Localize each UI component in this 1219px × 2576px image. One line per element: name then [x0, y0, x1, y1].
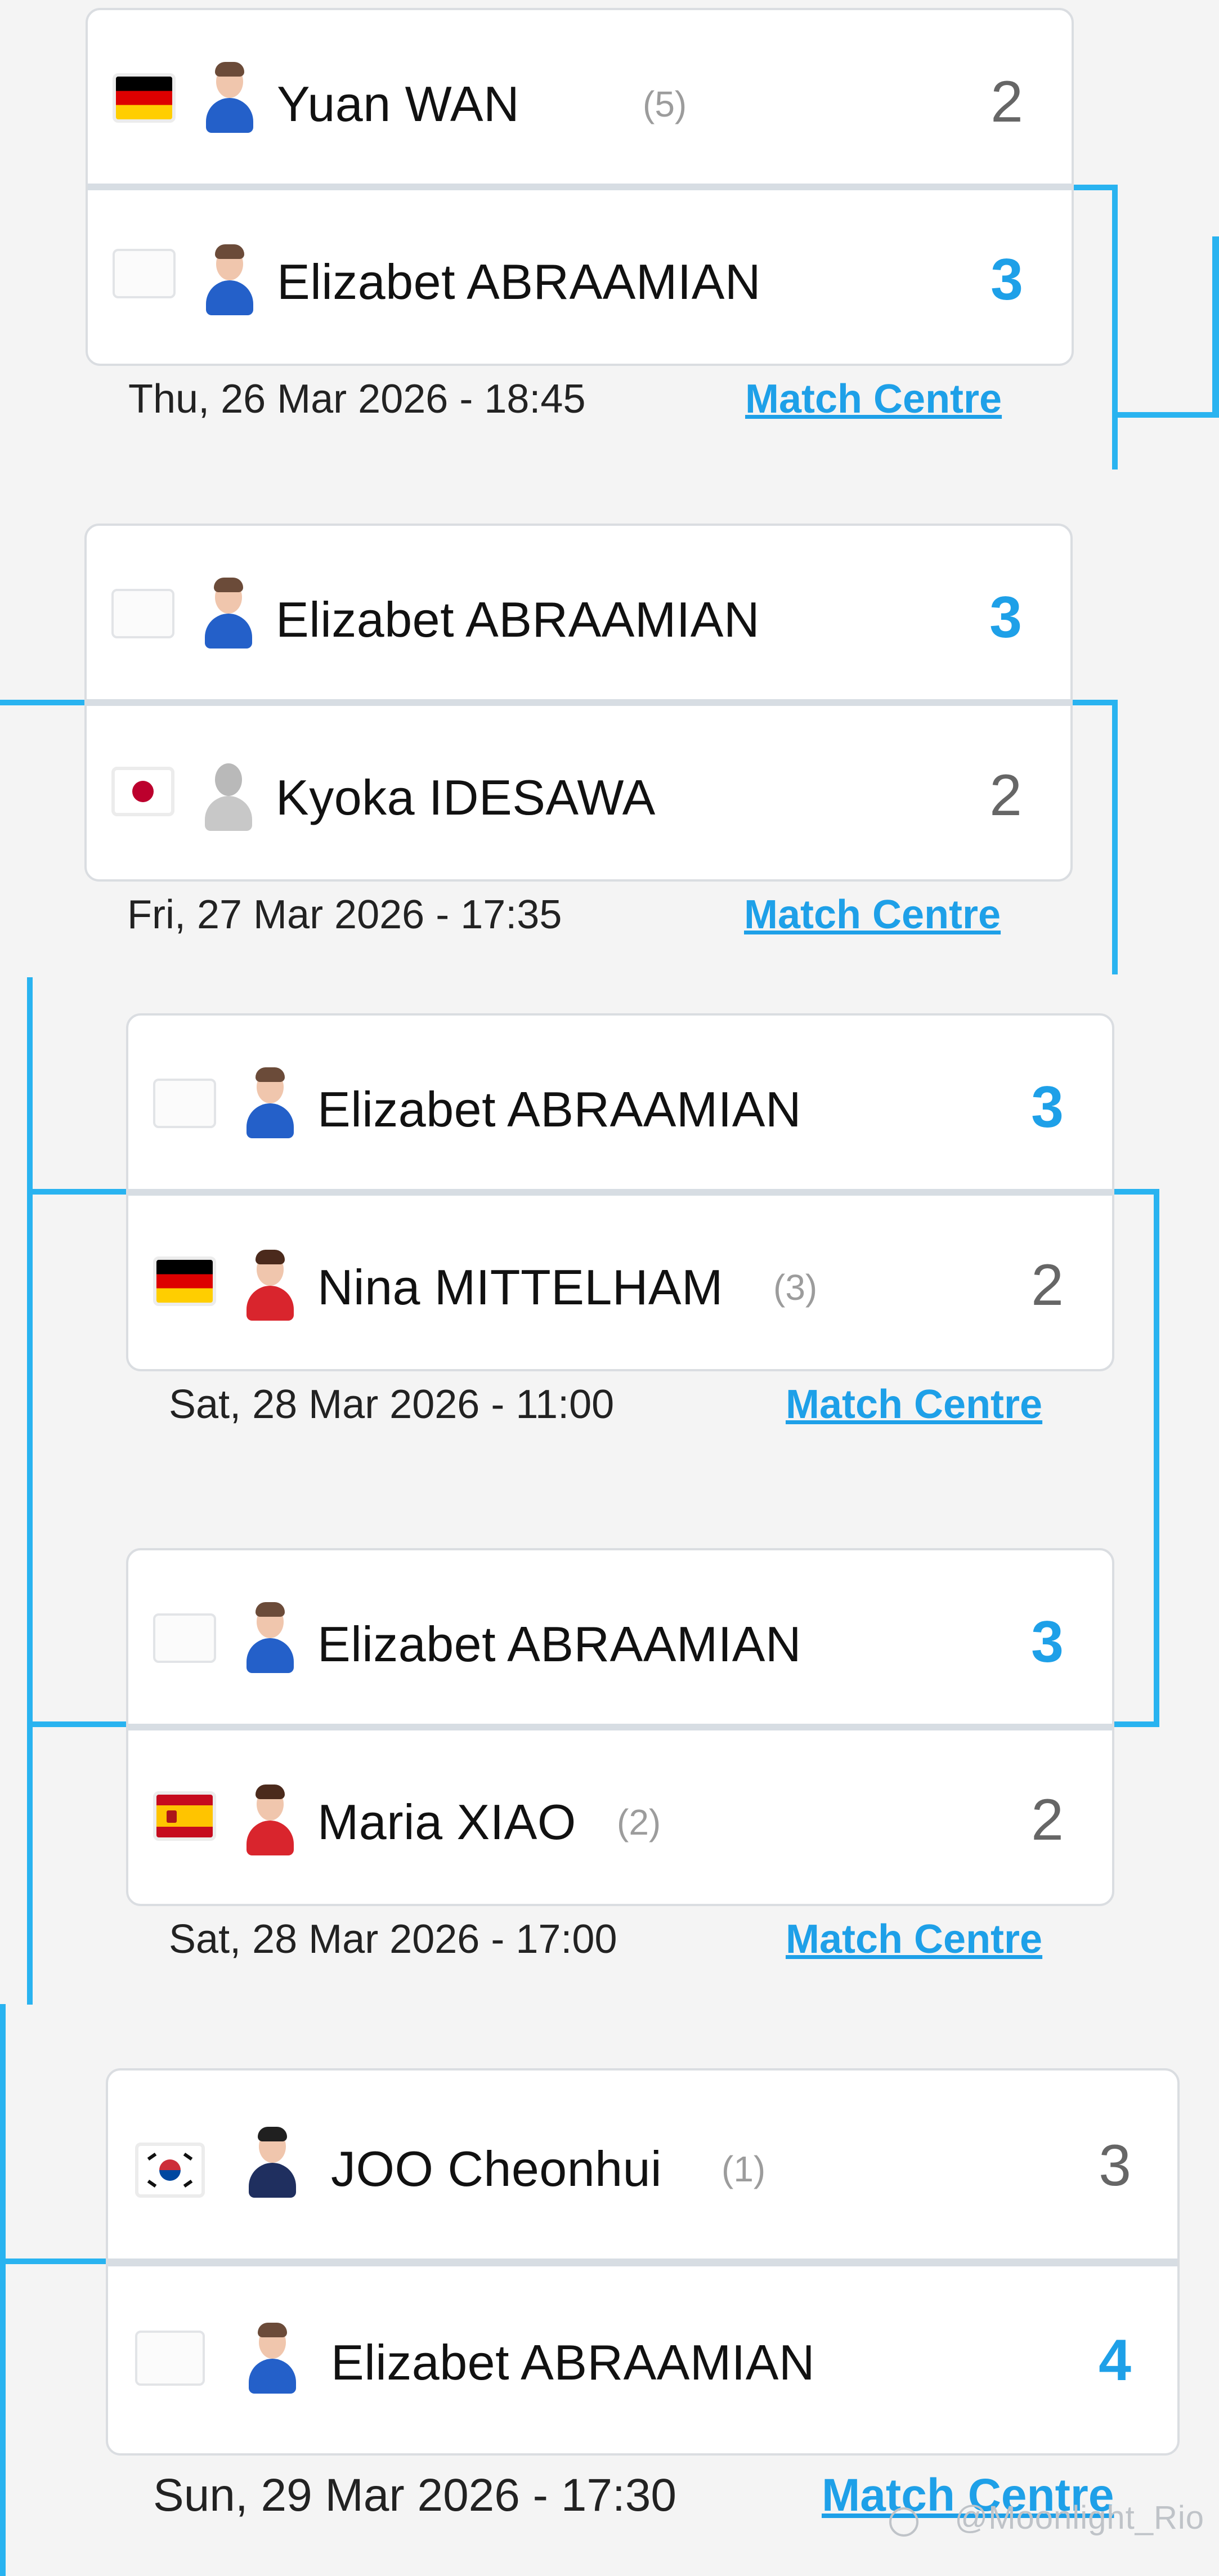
- player-name: Elizabet ABRAAMIAN: [317, 1616, 801, 1672]
- player-score: 4: [1099, 2328, 1131, 2393]
- bracket-connector: [1072, 185, 1118, 190]
- player-name: JOO Cheonhui: [331, 2141, 662, 2197]
- blank-flag-icon: [111, 589, 174, 638]
- player-avatar-icon: [199, 575, 258, 652]
- player-row: Elizabet ABRAAMIAN 3: [128, 1016, 1112, 1191]
- player-name: Yuan WAN: [277, 76, 520, 132]
- row-divider: [128, 1189, 1112, 1196]
- player-score: 3: [991, 247, 1023, 312]
- bracket-connector: [1113, 1721, 1159, 1727]
- player-score: 3: [1031, 1075, 1064, 1140]
- match-datetime: Thu, 26 Mar 2026 - 18:45: [128, 377, 586, 422]
- match-card: Yuan WAN (5) 2 Elizabet ABRAAMIAN 3: [86, 8, 1074, 366]
- seed-label: (3): [773, 1267, 818, 1308]
- match-card: Elizabet ABRAAMIAN 3 Maria XIAO (2) 2: [126, 1548, 1114, 1906]
- bracket-connector: [0, 700, 90, 705]
- blank-flag-icon: [113, 249, 176, 298]
- match-datetime: Sat, 28 Mar 2026 - 11:00: [169, 1382, 615, 1427]
- watermark-text: @Moonlight_Rio: [954, 2499, 1204, 2536]
- seed-label: (1): [721, 2149, 766, 2189]
- bracket-connector: [0, 2259, 107, 2264]
- match-card: Elizabet ABRAAMIAN 3 Kyoka IDESAWA 2: [84, 524, 1073, 882]
- bracket-connector: [1154, 1189, 1159, 1727]
- player-row: Elizabet ABRAAMIAN 3: [128, 1550, 1112, 1726]
- match-meta: Sat, 28 Mar 2026 - 17:00 Match Centre: [169, 1916, 1097, 1973]
- player-score: 2: [991, 69, 1023, 135]
- blank-flag-icon: [153, 1613, 216, 1663]
- player-avatar-icon: [241, 1065, 299, 1142]
- player-avatar-placeholder-icon: [199, 758, 258, 834]
- germany-flag-icon: [113, 73, 176, 123]
- player-row: Kyoka IDESAWA 2: [87, 706, 1070, 879]
- player-name: Elizabet ABRAAMIAN: [276, 592, 760, 647]
- player-row: Yuan WAN (5) 2: [88, 10, 1072, 186]
- match-meta: Fri, 27 Mar 2026 - 17:35 Match Centre: [127, 892, 1056, 948]
- bracket-connector: [27, 1721, 127, 1727]
- bracket-connector: [1113, 1189, 1159, 1195]
- player-score: 2: [989, 763, 1022, 828]
- germany-flag-icon: [153, 1256, 216, 1306]
- bracket-connector: [1112, 700, 1118, 974]
- player-row: Elizabet ABRAAMIAN 3: [87, 526, 1070, 701]
- match-meta: Sat, 28 Mar 2026 - 11:00 Match Centre: [169, 1381, 1097, 1438]
- match-card: JOO Cheonhui (1) 3 Elizabet ABRAAMIAN 4: [106, 2068, 1180, 2456]
- match-meta: Sun, 29 Mar 2026 - 17:30 Match Centre: [153, 2469, 1114, 2525]
- match-meta: Thu, 26 Mar 2026 - 18:45 Match Centre: [128, 376, 1057, 432]
- player-name: Elizabet ABRAAMIAN: [317, 1081, 801, 1137]
- player-score: 3: [989, 585, 1022, 650]
- bracket-connector: [1072, 700, 1118, 705]
- player-avatar-icon: [200, 242, 259, 319]
- player-score: 3: [1031, 1609, 1064, 1675]
- match-card: Elizabet ABRAAMIAN 3 Nina MITTELHAM (3) …: [126, 1013, 1114, 1371]
- player-avatar-icon: [241, 1600, 299, 1676]
- bracket-connector: [27, 1189, 127, 1195]
- spain-flag-icon: [153, 1791, 216, 1841]
- korea-flag-icon: [135, 2143, 205, 2198]
- row-divider: [128, 1724, 1112, 1730]
- player-row: Elizabet ABRAAMIAN 3: [88, 190, 1072, 364]
- player-row: Elizabet ABRAAMIAN 4: [108, 2266, 1177, 2453]
- blank-flag-icon: [135, 2331, 205, 2386]
- weibo-icon: [889, 2507, 918, 2537]
- match-datetime: Sat, 28 Mar 2026 - 17:00: [169, 1917, 617, 1962]
- bracket-connector: [1212, 236, 1219, 417]
- row-divider: [108, 2259, 1177, 2266]
- player-name: Elizabet ABRAAMIAN: [277, 254, 761, 310]
- bracket-connector: [0, 2004, 6, 2576]
- match-datetime: Fri, 27 Mar 2026 - 17:35: [127, 892, 562, 937]
- bracket-connector: [1112, 185, 1118, 469]
- bracket-connector: [1112, 412, 1219, 418]
- player-avatar-icon: [241, 1247, 299, 1324]
- player-name: Maria XIAO: [317, 1794, 576, 1850]
- player-score: 2: [1031, 1787, 1064, 1853]
- japan-flag-icon: [111, 767, 174, 816]
- match-centre-link[interactable]: Match Centre: [786, 1381, 1042, 1428]
- player-avatar-icon: [243, 2125, 302, 2201]
- player-row: JOO Cheonhui (1) 3: [108, 2070, 1177, 2261]
- player-row: Maria XIAO (2) 2: [128, 1730, 1112, 1904]
- player-avatar-icon: [243, 2320, 302, 2397]
- player-score: 3: [1099, 2133, 1131, 2198]
- seed-label: (5): [643, 84, 687, 124]
- bracket-connector: [27, 977, 33, 2005]
- player-avatar-icon: [200, 60, 259, 136]
- match-centre-link[interactable]: Match Centre: [745, 376, 1002, 422]
- player-name: Elizabet ABRAAMIAN: [331, 2334, 815, 2390]
- seed-label: (2): [617, 1802, 661, 1842]
- match-centre-link[interactable]: Match Centre: [744, 892, 1001, 938]
- player-name: Kyoka IDESAWA: [276, 770, 656, 825]
- player-row: Nina MITTELHAM (3) 2: [128, 1196, 1112, 1369]
- player-avatar-icon: [241, 1782, 299, 1859]
- row-divider: [87, 699, 1070, 706]
- player-name: Nina MITTELHAM: [317, 1259, 723, 1315]
- match-datetime: Sun, 29 Mar 2026 - 17:30: [153, 2470, 676, 2521]
- row-divider: [88, 184, 1072, 190]
- player-score: 2: [1031, 1253, 1064, 1318]
- match-centre-link[interactable]: Match Centre: [786, 1916, 1042, 1962]
- blank-flag-icon: [153, 1079, 216, 1128]
